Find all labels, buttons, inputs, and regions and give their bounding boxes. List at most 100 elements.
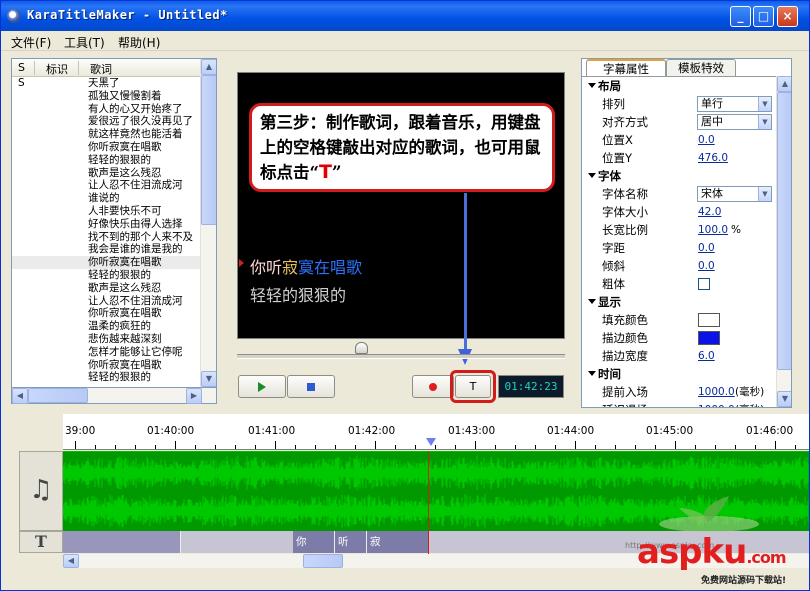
lyric-list-row[interactable]: 有人的心又开始疼了 <box>12 103 202 116</box>
property-value[interactable]: 1000.0 <box>698 383 735 401</box>
ruler-tick <box>575 441 576 449</box>
play-button[interactable] <box>238 375 286 398</box>
tab-template-effects[interactable]: 模板特效 <box>666 59 736 76</box>
property-value[interactable]: 1000.0 <box>698 401 735 407</box>
property-value[interactable]: 6.0 <box>698 347 715 365</box>
property-section-header[interactable]: 字体 <box>582 167 777 185</box>
property-row: 提前入场 1000.0 (毫秒) <box>582 383 777 401</box>
maximize-button[interactable]: □ <box>753 6 774 27</box>
color-swatch[interactable] <box>698 331 720 345</box>
lyric-list-row[interactable]: 你听寂寞在唱歌 <box>12 256 202 269</box>
time-ruler[interactable]: 39:00 01:40:00 01:41:00 01:42:00 01:43:00 01:… <box>63 414 809 450</box>
lyric-list-row[interactable]: 我会是谁的谁是我的 <box>12 243 202 256</box>
property-unit: % <box>731 224 741 236</box>
watermark-brand: aspku.com <box>637 533 787 577</box>
lyric-segment[interactable]: 听 <box>335 531 367 553</box>
lyric-list-row[interactable]: 你听寂寞在唱歌 <box>12 141 202 154</box>
lyric-list-row[interactable]: 歌声是这么残忍 <box>12 282 202 295</box>
property-section-header[interactable]: 显示 <box>582 293 777 311</box>
property-label: 提前入场 <box>602 385 648 399</box>
hscroll-thumb[interactable] <box>28 388 88 403</box>
column-lyrics[interactable]: 歌词 <box>90 61 112 77</box>
lyric-list-row[interactable]: 谁说的 <box>12 192 202 205</box>
lyric-list-row[interactable]: 怎样才能够让它停呢 <box>12 346 202 359</box>
timeline-scroll-left[interactable]: ◀ <box>63 554 79 568</box>
lyric-segment[interactable]: 你 <box>293 531 335 553</box>
properties-panel: 字幕属性 模板特效 布局 排列 单行 ▼ 对齐方式 居中 ▼ 位置X 0.0 位置Y 476.0 字体… <box>581 58 792 408</box>
lyric-list-row[interactable]: 你听寂寞在唱歌 <box>12 307 202 320</box>
close-button[interactable]: × <box>777 6 798 27</box>
lyrics-horizontal-scrollbar[interactable]: ◀ ▶ <box>11 388 217 404</box>
property-label: 位置X <box>602 133 633 147</box>
minimize-button[interactable]: _ <box>730 6 751 27</box>
props-scroll-down[interactable]: ▼ <box>777 391 791 407</box>
timeline-scroll-thumb[interactable] <box>303 554 343 568</box>
bold-checkbox[interactable] <box>698 278 710 290</box>
lyric-segment-previous[interactable] <box>63 531 181 553</box>
property-dropdown[interactable]: 单行 ▼ <box>697 96 772 112</box>
lyric-row-text: 天黑了 <box>88 77 120 89</box>
column-marker[interactable]: 标识 <box>46 61 68 77</box>
properties-scrollbar[interactable]: ▲ ▼ <box>776 76 791 407</box>
seek-thumb[interactable] <box>355 342 368 354</box>
lyric-list-row[interactable]: 好像快乐由得人选择 <box>12 218 202 231</box>
scroll-thumb[interactable] <box>201 75 216 225</box>
property-value[interactable]: 0.0 <box>698 257 715 275</box>
title-bar[interactable]: KaraTitleMaker - Untitled* _ □ × <box>1 1 809 31</box>
lyric-segment[interactable]: 寂 <box>367 531 429 553</box>
menu-tools[interactable]: 工具(T) <box>64 34 105 51</box>
lyric-list-row[interactable]: 歌声是这么残忍 <box>12 167 202 180</box>
lyric-list-row[interactable]: 你听寂寞在唱歌 <box>12 359 202 372</box>
chevron-down-icon[interactable]: ▼ <box>758 187 771 201</box>
ruler-label: 01:40:00 <box>147 425 195 437</box>
ruler-tick <box>315 445 316 449</box>
property-value[interactable]: 100.0 <box>698 221 728 239</box>
lyric-list-row[interactable]: 轻轻的狠狠的 <box>12 154 202 167</box>
stop-button[interactable] <box>287 375 335 398</box>
property-label: 长宽比例 <box>602 223 648 237</box>
scroll-right-button[interactable]: ▶ <box>186 388 202 404</box>
record-button[interactable] <box>412 375 454 398</box>
lyric-list-row[interactable]: 轻轻的狠狠的 <box>12 371 202 384</box>
preview-lyric-line-1: 你听寂寞在唱歌 <box>250 254 362 278</box>
lyric-list-row[interactable]: 轻轻的狠狠的 <box>12 269 202 282</box>
lyric-list-row[interactable]: 孤独又慢慢割着 <box>12 90 202 103</box>
property-section-header[interactable]: 布局 <box>582 77 777 95</box>
lyric-list-row[interactable]: 找不到的那个人来不及 <box>12 231 202 244</box>
property-value[interactable]: 0.0 <box>698 239 715 257</box>
lyric-list-row[interactable]: 爱很远了很久没再见了 <box>12 115 202 128</box>
tab-subtitle-properties[interactable]: 字幕属性 <box>586 59 666 76</box>
lyric-list-row[interactable]: 就这样竟然也能活着 <box>12 128 202 141</box>
scroll-left-button[interactable]: ◀ <box>12 388 28 404</box>
scroll-up-button[interactable]: ▲ <box>201 59 216 75</box>
property-dropdown[interactable]: 居中 ▼ <box>697 114 772 130</box>
lyric-row-text: 谁说的 <box>88 192 120 205</box>
props-scroll-up[interactable]: ▲ <box>777 76 791 92</box>
property-dropdown[interactable]: 宋体 ▼ <box>697 186 772 202</box>
property-section-header[interactable]: 时间 <box>582 365 777 383</box>
lyric-row-text: 你听寂寞在唱歌 <box>88 140 162 153</box>
property-row: 对齐方式 居中 ▼ <box>582 113 777 131</box>
property-value[interactable]: 42.0 <box>698 203 721 221</box>
menu-file[interactable]: 文件(F) <box>11 34 51 51</box>
lyric-list-row[interactable]: 悲伤越来越深刻 <box>12 333 202 346</box>
seek-bar[interactable] <box>237 354 565 359</box>
color-swatch[interactable] <box>698 313 720 327</box>
ruler-tick <box>595 445 596 449</box>
props-scroll-thumb[interactable] <box>777 92 791 370</box>
lyrics-list[interactable]: S 标识 歌词 S 天黑了 孤独又慢慢割着 有人的心又开始疼了 爱很远了很久没再见了 就这… <box>11 58 217 388</box>
chevron-down-icon[interactable]: ▼ <box>758 97 771 111</box>
column-s[interactable]: S <box>18 61 25 74</box>
property-value[interactable]: 0.0 <box>698 131 715 149</box>
lyric-list-row[interactable]: S 天黑了 <box>12 77 202 90</box>
lyric-list-row[interactable]: 温柔的疯狂的 <box>12 320 202 333</box>
lyric-list-row[interactable]: 让人忍不住泪流成河 <box>12 295 202 308</box>
property-label: 字体名称 <box>602 187 648 201</box>
property-value[interactable]: 476.0 <box>698 149 728 167</box>
scroll-down-button[interactable]: ▼ <box>201 371 216 387</box>
chevron-down-icon[interactable]: ▼ <box>758 115 771 129</box>
lyric-list-row[interactable]: 让人忍不住泪流成河 <box>12 179 202 192</box>
menu-help[interactable]: 帮助(H) <box>118 34 160 51</box>
lyric-list-row[interactable]: 人非要快乐不可 <box>12 205 202 218</box>
lyrics-vertical-scrollbar[interactable]: ▲ ▼ <box>200 59 216 387</box>
